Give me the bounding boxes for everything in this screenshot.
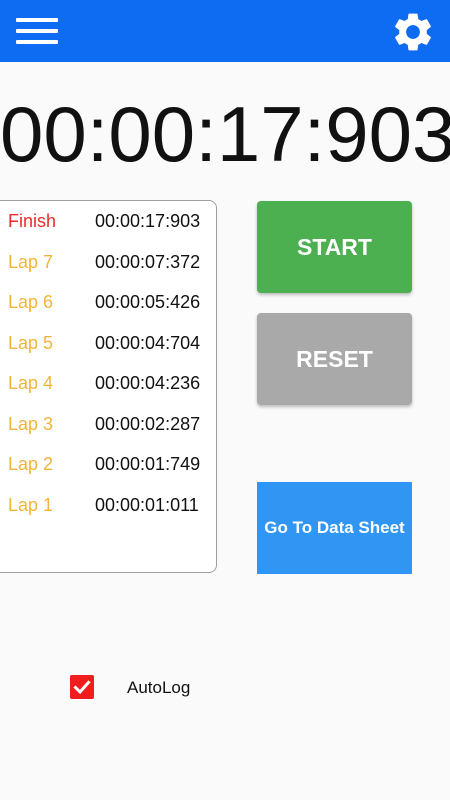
menu-bar-line: [16, 18, 58, 22]
lap-row: Lap 4 00:00:04:236: [0, 363, 217, 403]
lap-row: Lap 1 00:00:01:011: [0, 485, 217, 525]
hamburger-menu-icon[interactable]: [14, 14, 60, 48]
lap-time: 00:00:04:704: [95, 332, 201, 353]
lap-row: Lap 3 00:00:02:287: [0, 404, 217, 444]
lap-label: Lap 5: [8, 332, 54, 353]
lap-list: Finish 00:00:17:903 Lap 7 00:00:07:372 L…: [0, 200, 217, 573]
app-bar: [0, 0, 450, 62]
lap-row: Lap 7 00:00:07:372: [0, 242, 217, 282]
elapsed-time-display: 00:00:17:903: [0, 90, 450, 178]
lap-time: 00:00:07:372: [95, 251, 201, 272]
lap-time: 00:00:01:749: [95, 454, 201, 474]
gear-icon[interactable]: [390, 9, 436, 55]
checkmark-icon: [73, 680, 91, 695]
lap-label: Lap 6: [8, 292, 54, 312]
lap-label: Lap 4: [8, 373, 54, 393]
lap-time: 00:00:04:236: [95, 373, 201, 393]
lap-label: Lap 7: [8, 251, 54, 272]
lap-label: Finish: [8, 211, 57, 231]
lap-label: Lap 2: [8, 454, 54, 474]
stopwatch-screen: 00:00:17:903 Finish 00:00:17:903 Lap 7 0…: [0, 0, 450, 800]
menu-bar-line: [16, 29, 58, 33]
lap-time: 00:00:02:287: [95, 413, 201, 434]
go-to-data-sheet-button[interactable]: Go To Data Sheet: [257, 482, 412, 574]
lap-label: Lap 1: [8, 494, 54, 515]
lap-row: Lap 2 00:00:01:749: [0, 444, 217, 484]
autolog-label: AutoLog: [127, 678, 191, 697]
lap-label: Lap 3: [8, 413, 54, 434]
autolog-checkbox[interactable]: [70, 675, 94, 699]
lap-row: Lap 6 00:00:05:426: [0, 282, 217, 322]
lap-row: Finish 00:00:17:903: [0, 201, 217, 241]
menu-bar-line: [16, 40, 58, 44]
lap-time: 00:00:17:903: [95, 211, 201, 231]
start-button[interactable]: START: [257, 201, 412, 293]
reset-button[interactable]: RESET: [257, 313, 412, 405]
lap-time: 00:00:05:426: [95, 292, 201, 312]
lap-time: 00:00:01:011: [95, 494, 199, 515]
lap-row: Lap 5 00:00:04:704: [0, 323, 217, 363]
